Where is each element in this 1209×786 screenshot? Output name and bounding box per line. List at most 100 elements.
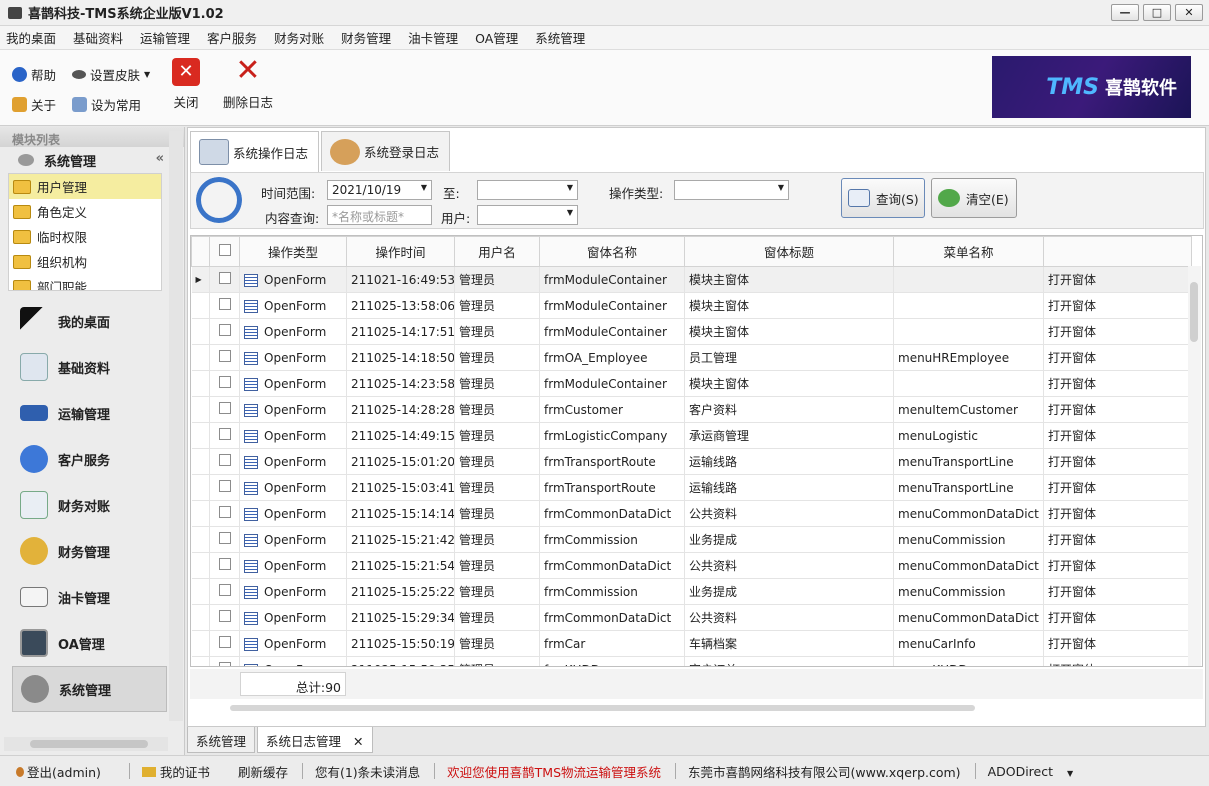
col-description[interactable] [1043,236,1192,267]
sub-item-department[interactable]: 部门职能 [9,274,161,290]
tab-login-log[interactable]: 系统登录日志 [321,131,451,171]
table-row[interactable]: OpenForm 211025-15:29:34 管理员 frmCommonDataD… [191,604,1192,631]
menu-finance-reconcile[interactable]: 财务对账 [274,28,324,47]
scroll-thumb[interactable] [1190,282,1198,342]
unread-messages[interactable]: 您有(1)条未读消息 [315,762,420,781]
checkbox[interactable] [219,584,231,596]
checkbox[interactable] [219,298,231,310]
checkbox[interactable] [219,610,231,622]
nav-customer-service[interactable]: 客户服务 [12,436,167,482]
delete-log-button[interactable]: ✕ 删除日志 [223,56,273,111]
nav-fuel-card[interactable]: 油卡管理 [12,574,167,620]
row-checkbox[interactable] [209,604,240,631]
row-checkbox[interactable] [209,396,240,423]
nav-oa[interactable]: OA管理 [12,620,167,666]
table-row[interactable]: OpenForm 211025-15:59:35管理员frmKHDD客户订单men… [191,656,1192,666]
checkbox[interactable] [219,402,231,414]
date-to-field[interactable]: ▼ [477,180,578,200]
menu-finance[interactable]: 财务管理 [341,28,391,47]
table-row[interactable]: OpenForm 211025-14:23:58 管理员 frmModuleConta… [191,370,1192,397]
menu-basic-data[interactable]: 基础资料 [73,28,123,47]
row-checkbox[interactable] [209,422,240,449]
menu-fuel-card[interactable]: 油卡管理 [408,28,458,47]
about-button[interactable]: 关于 [12,95,56,114]
menu-system[interactable]: 系统管理 [535,28,585,47]
checkbox[interactable] [219,636,231,648]
checkbox[interactable] [219,480,231,492]
row-checkbox[interactable] [209,630,240,657]
table-row[interactable]: OpenForm 211025-15:01:20 管理员 frmTransportRo… [191,448,1192,475]
table-row[interactable]: OpenForm 211025-14:18:50 管理员 frmOA_Employee… [191,344,1192,371]
minimize-button[interactable]: — [1111,4,1139,21]
checkbox[interactable] [219,376,231,388]
nav-basic-data[interactable]: 基础资料 [12,344,167,390]
op-type-select[interactable]: ▼ [674,180,789,200]
col-form-title[interactable]: 窗体标题 [684,236,894,267]
checkbox[interactable] [219,454,231,466]
nav-transport[interactable]: 运输管理 [12,390,167,436]
maximize-button[interactable]: □ [1143,4,1171,21]
help-button[interactable]: 帮助 [12,65,56,84]
col-op-time[interactable]: 操作时间 [346,236,455,267]
row-checkbox[interactable] [209,552,240,579]
col-op-type[interactable]: 操作类型 [239,236,347,267]
row-checkbox[interactable] [209,448,240,475]
content-query-input[interactable]: *名称或标题* [327,205,432,225]
close-window-button[interactable]: ✕ [1175,4,1203,21]
checkbox[interactable] [219,428,231,440]
menu-oa[interactable]: OA管理 [475,28,518,47]
row-checkbox[interactable] [209,474,240,501]
sub-item-user-management[interactable]: 用户管理 [9,174,161,199]
sidebar-horizontal-scrollbar[interactable] [4,737,168,751]
collapse-icon[interactable]: « [156,151,164,166]
doc-tab-system-log[interactable]: 系统日志管理 ✕ [257,727,373,753]
menu-desktop[interactable]: 我的桌面 [6,28,56,47]
nav-finance[interactable]: 财务管理 [12,528,167,574]
row-checkbox[interactable] [209,578,240,605]
close-tab-icon[interactable]: ✕ [353,734,363,749]
checkbox[interactable] [219,350,231,362]
scroll-thumb[interactable] [30,740,148,748]
sub-item-role-definition[interactable]: 角色定义 [9,199,161,224]
doc-tab-system[interactable]: 系统管理 [187,727,256,753]
grid-vertical-scrollbar[interactable] [1188,266,1201,666]
sidebar-vertical-scrollbar[interactable] [169,131,183,721]
query-button[interactable]: 查询(S) [841,178,925,218]
checkbox[interactable] [219,324,231,336]
row-checkbox[interactable] [209,266,240,293]
grid-horizontal-scrollbar[interactable] [190,700,1203,716]
nav-finance-reconcile[interactable]: 财务对账 [12,482,167,528]
checkbox[interactable] [218,244,231,256]
col-username[interactable]: 用户名 [454,236,540,267]
user-select[interactable]: ▼ [477,205,578,225]
set-common-button[interactable]: 设为常用 [72,95,141,114]
table-row[interactable]: OpenForm 211025-14:49:15 管理员 frmLogisticCom… [191,422,1192,449]
row-checkbox[interactable] [209,656,240,666]
checkbox[interactable] [219,558,231,570]
certificate-button[interactable]: 我的证书 [141,762,224,781]
checkbox[interactable] [219,506,231,518]
table-row[interactable]: OpenForm 211025-15:21:42 管理员 frmCommission 业… [191,526,1192,553]
scroll-thumb[interactable] [230,705,975,711]
table-row[interactable]: OpenForm 211025-15:21:54 管理员 frmCommonDataD… [191,552,1192,579]
table-row[interactable]: OpenForm 211025-15:03:41 管理员 frmTransportRo… [191,474,1192,501]
date-from-field[interactable]: 2021/10/19 ▼ [327,180,432,200]
select-all-checkbox[interactable] [209,236,240,267]
nav-system[interactable]: 系统管理 [12,666,167,712]
tab-operation-log[interactable]: 系统操作日志 [190,131,320,172]
nav-desktop[interactable]: 我的桌面 [12,298,167,344]
group-header-system[interactable]: 系统管理 « [0,147,184,173]
checkbox[interactable] [219,662,231,666]
row-checkbox[interactable] [209,344,240,371]
logout-button[interactable]: 登出(admin) [16,762,115,781]
col-form-name[interactable]: 窗体名称 [539,236,685,267]
row-checkbox[interactable] [209,318,240,345]
table-row[interactable]: OpenForm 211025-14:17:51 管理员 frmModuleConta… [191,318,1192,345]
close-button[interactable]: ✕ 关闭 [172,56,200,111]
clear-button[interactable]: 清空(E) [931,178,1017,218]
table-row[interactable]: OpenForm 211025-15:14:14 管理员 frmCommonDataD… [191,500,1192,527]
refresh-cache-button[interactable]: 刷新缓存 [238,762,288,781]
checkbox[interactable] [219,272,231,284]
skin-button[interactable]: 设置皮肤 ▼ [72,65,150,84]
row-checkbox[interactable] [209,526,240,553]
